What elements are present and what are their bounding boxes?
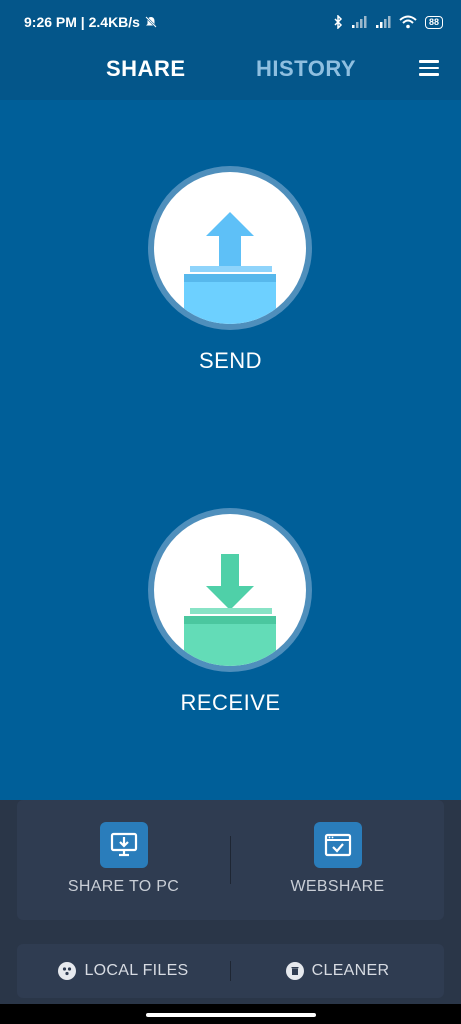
receive-circle-inner xyxy=(154,514,306,666)
utilities-card: LOCAL FILES CLEANER xyxy=(17,944,444,998)
status-right: 88 xyxy=(333,15,443,29)
local-files-button[interactable]: LOCAL FILES xyxy=(17,944,230,998)
battery-indicator: 88 xyxy=(424,15,443,29)
cleaner-label: CLEANER xyxy=(311,962,390,979)
monitor-download-icon xyxy=(99,822,148,868)
receive-label: RECEIVE xyxy=(180,690,281,715)
webshare-button[interactable]: WEBSHARE xyxy=(231,800,444,920)
bluetooth-icon xyxy=(334,15,343,29)
upload-tray-icon xyxy=(184,212,276,324)
receive-button[interactable] xyxy=(148,508,312,672)
send-circle-inner xyxy=(154,172,306,324)
hamburger-menu-icon[interactable] xyxy=(419,60,439,80)
gesture-bar xyxy=(0,1004,461,1024)
local-files-label: LOCAL FILES xyxy=(84,962,189,979)
status-bar: 9:26 PM | 2.4KB/s 88 xyxy=(0,0,461,44)
send-label: SEND xyxy=(198,348,263,373)
share-to-pc-label: SHARE TO PC xyxy=(67,878,180,895)
tab-history[interactable]: HISTORY xyxy=(256,56,356,82)
share-to-pc-button[interactable]: SHARE TO PC xyxy=(17,800,230,920)
webshare-label: WEBSHARE xyxy=(290,878,385,895)
cleaner-button[interactable]: CLEANER xyxy=(231,944,444,998)
main-panel: SEND RECEIVE xyxy=(0,100,461,800)
status-left: 9:26 PM | 2.4KB/s xyxy=(24,14,158,30)
status-time: 9:26 PM | 2.4KB/s xyxy=(24,14,140,30)
trash-icon xyxy=(285,962,304,980)
signal-icon-2 xyxy=(375,16,391,28)
mute-icon xyxy=(145,16,157,28)
top-nav: SHARE HISTORY xyxy=(0,44,461,100)
send-button[interactable] xyxy=(148,166,312,330)
tools-card: SHARE TO PC WEBSHARE xyxy=(17,800,444,920)
signal-icon-1 xyxy=(351,16,367,28)
home-indicator-bar[interactable] xyxy=(146,1013,316,1017)
tab-share[interactable]: SHARE xyxy=(106,56,186,82)
browser-check-icon xyxy=(313,822,362,868)
wifi-icon xyxy=(399,15,417,29)
local-files-icon xyxy=(58,962,77,980)
download-tray-icon xyxy=(184,554,276,666)
